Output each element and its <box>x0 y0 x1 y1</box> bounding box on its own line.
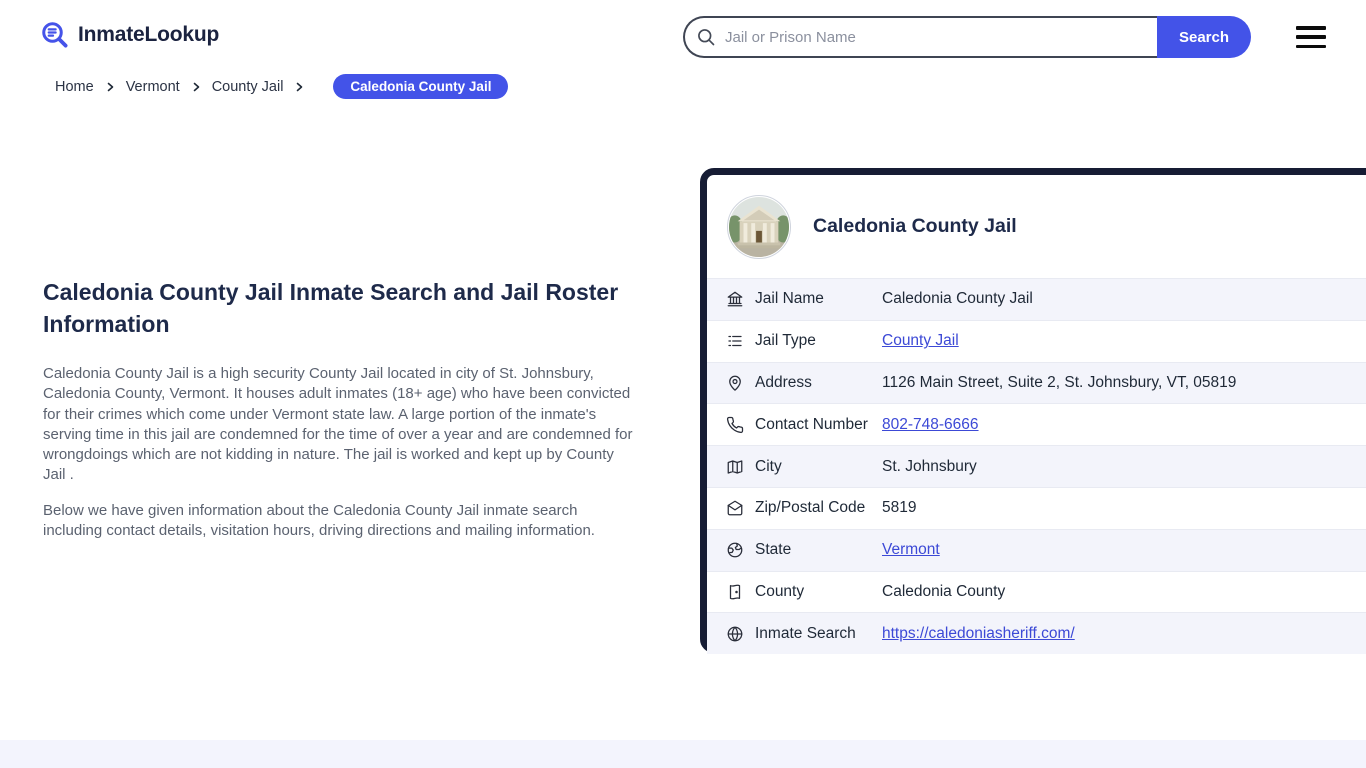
footer-strip <box>0 740 1366 768</box>
row-label: Address <box>755 373 812 391</box>
table-row: State Vermont <box>707 528 1366 571</box>
summary-paragraph: Below we have given information about th… <box>43 501 595 540</box>
table-row: City St. Johnsbury <box>707 445 1366 487</box>
flag-icon <box>726 583 744 601</box>
earth-icon <box>726 541 744 559</box>
table-row: Jail Type County Jail <box>707 319 1366 362</box>
row-value: 802-748-6666 <box>882 416 979 434</box>
row-value-link[interactable]: County Jail <box>882 332 959 349</box>
jail-card-title: Caledonia County Jail <box>813 215 1017 237</box>
jail-info-card: Caledonia County Jail Jail Name Caledoni… <box>700 168 1366 655</box>
row-label: County <box>755 582 805 600</box>
phone-icon <box>726 416 744 434</box>
table-row: Inmate Search https://caledoniasheriff.c… <box>707 612 1366 655</box>
chevron-right-icon <box>293 81 305 93</box>
row-value: Caledonia County Jail <box>882 290 1033 308</box>
table-row: Contact Number 802-748-6666 <box>707 403 1366 445</box>
row-label: State <box>755 541 792 559</box>
card-header: Caledonia County Jail <box>707 175 1366 278</box>
breadcrumb: Home Vermont County Jail Caledonia Count… <box>55 74 509 99</box>
page-title: Caledonia County Jail Inmate Search and … <box>43 279 619 338</box>
mail-icon <box>726 499 744 517</box>
row-label: Inmate Search <box>755 624 856 642</box>
map-pin-icon <box>726 374 744 392</box>
row-value: St. Johnsbury <box>882 457 977 475</box>
article: Caledonia County Jail Inmate Search and … <box>43 276 643 557</box>
row-value: Caledonia County <box>882 582 1006 600</box>
row-value: https://caledoniasheriff.com/ <box>882 625 1075 643</box>
jail-details-table: Jail Name Caledonia County Jail Jail Typ… <box>707 278 1366 655</box>
menu-icon[interactable] <box>1296 26 1326 48</box>
chevron-right-icon <box>190 81 202 93</box>
bank-icon <box>726 290 744 308</box>
breadcrumb-current-badge[interactable]: Caledonia County Jail <box>333 74 509 99</box>
row-value-link[interactable]: 802-748-6666 <box>882 416 979 433</box>
row-value: County Jail <box>882 332 959 350</box>
globe-icon <box>726 625 744 643</box>
breadcrumb-county-jail[interactable]: County Jail <box>212 79 284 95</box>
table-row: Zip/Postal Code 5819 <box>707 486 1366 529</box>
row-label: Contact Number <box>755 415 868 433</box>
row-label: Jail Type <box>755 332 816 350</box>
row-label: Zip/Postal Code <box>755 499 866 517</box>
magnifier-doc-icon <box>40 20 70 50</box>
search-input[interactable] <box>683 16 1157 58</box>
breadcrumb-vermont[interactable]: Vermont <box>126 79 180 95</box>
brand-name: InmateLookup <box>78 23 220 46</box>
row-label: Jail Name <box>755 290 824 308</box>
map-icon <box>726 458 744 476</box>
table-row: Jail Name Caledonia County Jail <box>707 278 1366 320</box>
chevron-right-icon <box>104 81 116 93</box>
brand-logo[interactable]: InmateLookup <box>40 20 219 50</box>
list-icon <box>726 332 744 350</box>
jail-photo <box>727 194 791 259</box>
breadcrumb-home[interactable]: Home <box>55 79 94 95</box>
search-bar: Search <box>683 16 1251 58</box>
search-button[interactable]: Search <box>1157 16 1251 58</box>
row-value-link[interactable]: https://caledoniasheriff.com/ <box>882 625 1075 642</box>
table-row: County Caledonia County <box>707 570 1366 613</box>
row-value: 1126 Main Street, Suite 2, St. Johnsbury… <box>882 373 1237 391</box>
row-value-link[interactable]: Vermont <box>882 541 940 558</box>
intro-paragraph: Caledonia County Jail is a high security… <box>43 365 633 483</box>
table-row: Address 1126 Main Street, Suite 2, St. J… <box>707 361 1366 404</box>
row-value: Vermont <box>882 541 940 559</box>
row-value: 5819 <box>882 499 917 517</box>
row-label: City <box>755 457 782 475</box>
